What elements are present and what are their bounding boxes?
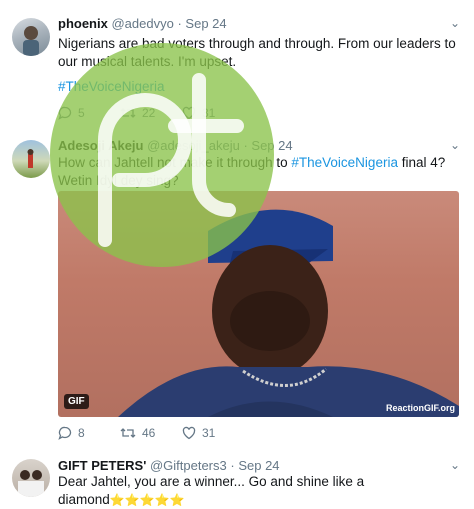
tweet-date[interactable]: Sep 24 — [185, 16, 226, 31]
gif-badge: GIF — [64, 394, 89, 409]
retweet-count: 22 — [142, 106, 156, 120]
tweet-text: Dear Jahtel, you are a winner... Go and … — [58, 473, 458, 509]
retweet-button[interactable]: 46 — [120, 426, 182, 440]
reply-count: 8 — [78, 426, 85, 440]
avatar[interactable] — [12, 18, 50, 56]
tweet-body: Dear Jahtel, you are a winner... Go and … — [58, 474, 365, 507]
star-emoji-icons: ⭐⭐⭐⭐⭐ — [109, 493, 185, 507]
retweet-button[interactable]: 22 — [120, 106, 182, 120]
like-button[interactable]: 31 — [182, 106, 244, 120]
heart-icon — [182, 106, 196, 120]
like-count: 31 — [202, 106, 216, 120]
separator: · — [230, 458, 235, 473]
retweet-icon — [120, 428, 136, 438]
chevron-down-icon[interactable]: ⌄ — [450, 458, 460, 472]
separator: · — [243, 138, 248, 153]
gif-media[interactable]: GIF ReactionGIF.org — [58, 191, 459, 417]
avatar[interactable] — [12, 459, 50, 497]
tweet-3[interactable]: GIFT PETERS' @Giftpeters3 · Sep 24 ⌄ Dea… — [0, 451, 474, 507]
gif-credit: ReactionGIF.org — [385, 403, 455, 413]
tweet-1[interactable]: phoenix @adedvyo · Sep 24 ⌄ Nigerians ar… — [0, 0, 474, 129]
gif-frame — [118, 209, 459, 417]
user-handle[interactable]: @Giftpeters3 — [150, 458, 227, 473]
like-count: 31 — [202, 426, 216, 440]
reply-button[interactable]: 5 — [58, 106, 120, 120]
user-handle[interactable]: @adesoji_akeju — [147, 138, 240, 153]
hashtag-link[interactable]: #TheVoiceNigeria — [58, 79, 165, 94]
tweet-text: How can Jahtell not make it through to #… — [58, 154, 458, 190]
reply-count: 5 — [78, 106, 85, 120]
tweet-text: Nigerians are bad voters through and thr… — [58, 35, 458, 71]
reply-icon — [58, 426, 72, 440]
like-button[interactable]: 31 — [182, 426, 244, 440]
display-name[interactable]: phoenix — [58, 16, 108, 31]
reply-button[interactable]: 8 — [58, 426, 120, 440]
chevron-down-icon[interactable]: ⌄ — [450, 138, 460, 152]
tweet-actions: 8 46 31 — [58, 426, 244, 440]
separator: · — [177, 16, 182, 31]
tweet-actions: 5 22 31 — [58, 106, 244, 120]
hashtag-link[interactable]: #TheVoiceNigeria — [291, 155, 398, 170]
tweet-body: Nigerians are bad voters through and thr… — [58, 36, 456, 69]
avatar-image — [18, 470, 44, 497]
heart-icon — [182, 426, 196, 440]
tweet-body-start: How can Jahtell not make it through to — [58, 155, 292, 170]
avatar-image — [23, 26, 39, 56]
retweet-count: 46 — [142, 426, 156, 440]
avatar[interactable] — [12, 140, 50, 178]
user-handle[interactable]: @adedvyo — [111, 16, 173, 31]
tweet-date[interactable]: Sep 24 — [251, 138, 292, 153]
tweet-date[interactable]: Sep 24 — [238, 458, 279, 473]
display-name[interactable]: Adesoji Akeju — [58, 138, 143, 153]
reply-icon — [58, 106, 72, 120]
avatar-image — [27, 149, 34, 168]
retweet-icon — [120, 108, 136, 118]
chevron-down-icon[interactable]: ⌄ — [450, 16, 460, 30]
display-name[interactable]: GIFT PETERS' — [58, 458, 146, 473]
